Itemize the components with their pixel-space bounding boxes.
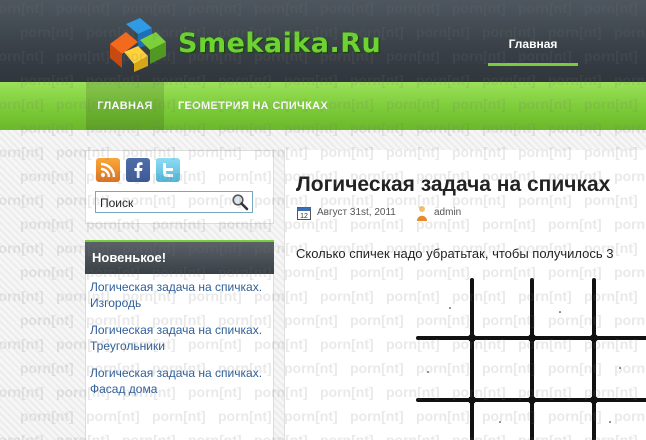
- calendar-icon: 12: [297, 207, 311, 220]
- svg-text:12: 12: [300, 213, 308, 220]
- widget-link-line[interactable]: Фасад дома: [90, 381, 270, 397]
- widget-link-line[interactable]: Логическая задача на спичках.: [90, 279, 270, 295]
- main-nav-home[interactable]: ГЛАВНАЯ: [86, 82, 164, 130]
- post-author[interactable]: admin: [434, 207, 461, 218]
- twitter-icon[interactable]: [156, 158, 180, 182]
- widget-link-line[interactable]: Изгородь: [90, 295, 270, 311]
- widget-link-izgorod[interactable]: Логическая задача на спичках. Изгородь: [90, 279, 270, 311]
- logo-cube-icon[interactable]: [106, 18, 168, 72]
- search-icon[interactable]: [231, 193, 249, 211]
- widget-link-treugolniki[interactable]: Логическая задача на спичках. Треугольни…: [90, 322, 270, 354]
- post-date: Август 31st, 2011: [317, 207, 396, 218]
- top-nav-home[interactable]: Главная: [488, 30, 578, 66]
- widget-link-fasad[interactable]: Логическая задача на спичках. Фасад дома: [90, 365, 270, 397]
- facebook-icon[interactable]: [126, 158, 150, 182]
- matchstick-puzzle-image: [416, 278, 646, 440]
- main-nav-geometry[interactable]: ГЕОМЕТРИЯ НА СПИЧКАХ: [178, 82, 328, 130]
- widget-link-line[interactable]: Логическая задача на спичках.: [90, 322, 270, 338]
- post-title[interactable]: Логическая задача на спичках: [296, 173, 646, 197]
- rss-icon[interactable]: [96, 158, 120, 182]
- widget-link-line[interactable]: Логическая задача на спичках.: [90, 365, 270, 381]
- widget-title: Новенькое!: [85, 240, 274, 274]
- site-logo-text[interactable]: Smekaika.Ru: [178, 28, 381, 59]
- widget-link-line[interactable]: Треугольники: [90, 338, 270, 354]
- search-input[interactable]: [100, 194, 220, 212]
- post-text: Сколько спичек надо убратьтак, чтобы пол…: [296, 246, 614, 261]
- author-icon: [417, 206, 427, 221]
